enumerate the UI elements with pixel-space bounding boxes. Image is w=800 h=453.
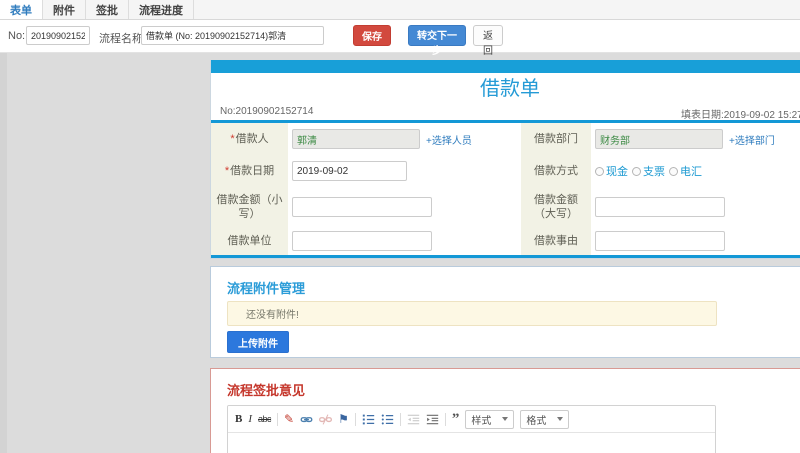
field-value-amount-uppercase (591, 187, 800, 227)
format-select[interactable]: 格式 (520, 409, 570, 429)
form-fill-date: 填表日期:2019-09-02 15:27:1 (681, 110, 800, 121)
field-value-loan-method: 现金 支票 电汇 (591, 155, 800, 187)
chevron-down-icon (557, 417, 564, 421)
left-gutter (0, 52, 7, 453)
select-department-link[interactable]: +选择部门 (729, 132, 775, 147)
tab-bar: 表单 附件 签批 流程进度 (0, 0, 800, 20)
field-label-loan-method: 借款方式 (521, 155, 591, 187)
outdent-icon[interactable] (407, 413, 420, 426)
indent-icon[interactable] (426, 413, 439, 426)
loan-form-panel: 借款单 No:20190902152714 填表日期:2019-09-02 15… (210, 60, 800, 259)
toolbar-separator (354, 412, 356, 426)
editor-content-area[interactable] (228, 433, 715, 453)
blockquote-icon[interactable]: ” (452, 412, 460, 427)
screen: 表单 附件 签批 流程进度 No: 流程名称: 保存 转交下一步 返回 借款单 … (0, 0, 800, 453)
attachments-heading: 流程附件管理 (227, 281, 306, 296)
approval-heading: 流程签批意见 (227, 383, 306, 398)
amount-lowercase-input[interactable] (292, 197, 432, 217)
process-name-label: 流程名称: (99, 33, 147, 45)
radio-option-wire[interactable]: 电汇 (669, 163, 702, 179)
process-name-input[interactable] (141, 26, 324, 45)
save-button[interactable]: 保存 (353, 25, 391, 46)
field-value-borrower: +选择人员 (288, 123, 521, 155)
back-button[interactable]: 返回 (473, 25, 503, 57)
field-value-loan-reason (591, 227, 800, 255)
form-title: 借款单 (480, 78, 540, 100)
field-label-borrower: * 借款人 (211, 123, 288, 155)
required-mark: * (230, 133, 235, 145)
styles-select[interactable]: 样式 (465, 409, 515, 429)
editor-toolbar: B I abc ✎ ⚑ ” 样式 格式 (228, 406, 715, 433)
empty-attachments-alert: 还没有附件! (227, 301, 717, 326)
tab-approvals[interactable]: 签批 (86, 0, 129, 19)
tab-form[interactable]: 表单 (0, 0, 43, 19)
toolbar-separator (399, 412, 401, 426)
no-label: No: (8, 30, 26, 42)
divider-bottom (211, 255, 800, 258)
radio-icon[interactable] (595, 166, 604, 176)
department-input[interactable] (595, 129, 723, 149)
link-icon[interactable] (300, 413, 313, 426)
attachments-panel: 流程附件管理 还没有附件! 上传附件 (210, 266, 800, 358)
select-person-link[interactable]: +选择人员 (426, 132, 472, 147)
field-label-amount-uppercase: 借款金额（大写） (521, 187, 591, 227)
tab-process-progress[interactable]: 流程进度 (129, 0, 194, 19)
chevron-down-icon (502, 417, 509, 421)
field-label-amount-lowercase: 借款金额（小写） (211, 187, 288, 227)
form-meta-row: No:20190902152714 填表日期:2019-09-02 15:27:… (211, 105, 800, 121)
form-number: No:20190902152714 (220, 106, 314, 117)
rich-text-editor: B I abc ✎ ⚑ ” 样式 格式 (227, 405, 716, 453)
approval-panel: 流程签批意见 B I abc ✎ ⚑ ” 样式 格式 (210, 368, 800, 453)
loan-unit-input[interactable] (292, 231, 432, 251)
loan-date-input[interactable] (292, 161, 407, 181)
form-header-bar (211, 60, 800, 73)
anchor-flag-icon[interactable]: ⚑ (338, 413, 349, 425)
radio-option-check[interactable]: 支票 (632, 163, 665, 179)
field-value-amount-lowercase (288, 187, 521, 227)
action-toolbar: No: 流程名称: 保存 转交下一步 返回 (0, 20, 800, 57)
field-value-loan-unit (288, 227, 521, 255)
form-grid: *借款人 +选择人员 借款部门 +选择部门 *借款日期 借款方式 现金 支票 电… (211, 123, 800, 255)
field-label-loan-unit: 借款单位 (211, 227, 288, 255)
tab-attachments[interactable]: 附件 (43, 0, 86, 19)
field-label-loan-reason: 借款事由 (521, 227, 591, 255)
bulleted-list-icon[interactable] (381, 413, 394, 426)
field-label-loan-date: * 借款日期 (211, 155, 288, 187)
toolbar-separator (277, 412, 279, 426)
amount-uppercase-input[interactable] (595, 197, 725, 217)
upload-attachment-button[interactable]: 上传附件 (227, 331, 289, 353)
field-value-loan-date (288, 155, 521, 187)
toolbar-separator (444, 412, 446, 426)
remove-format-icon[interactable]: ✎ (284, 413, 294, 425)
strikethrough-icon[interactable]: abc (258, 413, 272, 425)
bold-icon[interactable]: B (235, 413, 242, 425)
no-input[interactable] (26, 26, 90, 45)
next-step-button[interactable]: 转交下一步 (408, 25, 466, 57)
field-value-department: +选择部门 (591, 123, 800, 155)
radio-option-cash[interactable]: 现金 (595, 163, 628, 179)
field-label-department: 借款部门 (521, 123, 591, 155)
radio-icon[interactable] (669, 166, 678, 176)
numbered-list-icon[interactable] (362, 413, 375, 426)
italic-icon[interactable]: I (248, 413, 252, 425)
required-mark: * (224, 165, 230, 177)
radio-icon[interactable] (632, 166, 641, 176)
loan-reason-input[interactable] (595, 231, 725, 251)
borrower-input[interactable] (292, 129, 420, 149)
unlink-icon[interactable] (319, 413, 333, 426)
